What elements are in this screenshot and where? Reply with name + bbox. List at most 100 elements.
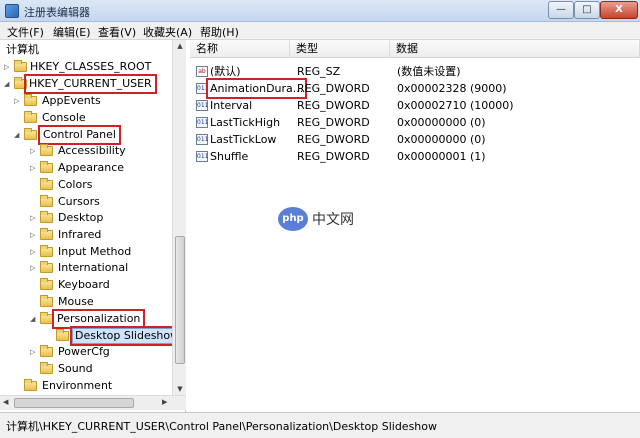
tree-item-accessibility[interactable]: ▷ Accessibility xyxy=(30,143,170,159)
minimize-button[interactable]: — xyxy=(548,1,574,19)
php-badge: php xyxy=(278,207,308,231)
column-header-type[interactable]: 类型 xyxy=(290,40,390,58)
string-value-icon: ab xyxy=(196,66,208,77)
hscroll-thumb[interactable] xyxy=(14,398,134,408)
folder-open-icon xyxy=(40,312,53,324)
menu-view[interactable]: 查看(V) xyxy=(98,24,136,40)
tree-item-desktop[interactable]: ▷ Desktop xyxy=(30,210,170,226)
expand-arrow-icon[interactable]: ▷ xyxy=(30,210,35,226)
dword-value-icon: 011 xyxy=(196,100,209,111)
folder-icon xyxy=(40,362,53,374)
tree-label: HKEY_CURRENT_USER xyxy=(24,74,157,94)
column-header-name[interactable]: 名称 xyxy=(190,40,290,58)
tree-item-hkey-current-user[interactable]: ◢ HKEY_CURRENT_USER xyxy=(4,74,164,94)
value-data: 0x00002710 (10000) xyxy=(397,99,514,112)
expand-arrow-icon[interactable]: ▷ xyxy=(30,260,35,276)
value-type: REG_DWORD xyxy=(297,82,370,95)
tree-label: Accessibility xyxy=(58,144,126,157)
tree-item-mouse[interactable]: Mouse xyxy=(30,294,170,310)
collapse-arrow-icon[interactable]: ◢ xyxy=(4,76,9,92)
tree-label: Appearance xyxy=(58,161,125,174)
tree-label: Desktop Slideshow xyxy=(69,326,185,346)
tree-label: Cursors xyxy=(58,195,100,208)
value-row[interactable]: 011 AnimationDura... REG_DWORD 0x0000232… xyxy=(190,78,640,99)
tree-label: PowerCfg xyxy=(58,345,110,358)
value-row[interactable]: 011 LastTickHigh REG_DWORD 0x00000000 (0… xyxy=(190,114,640,131)
folder-icon xyxy=(40,261,53,273)
tree-item-input-method[interactable]: ▷ Input Method xyxy=(30,244,170,260)
php-watermark-logo: php 中文网 xyxy=(278,205,366,235)
collapse-arrow-icon[interactable]: ◢ xyxy=(14,127,19,143)
tree-item-environment[interactable]: Environment xyxy=(14,378,164,394)
scroll-up-arrow-icon[interactable]: ▲ xyxy=(174,40,186,52)
expand-arrow-icon[interactable]: ▷ xyxy=(30,244,35,260)
value-type: REG_DWORD xyxy=(297,99,370,112)
menu-help[interactable]: 帮助(H) xyxy=(200,24,239,40)
tree-item-console[interactable]: Console xyxy=(14,110,164,126)
registry-tree-pane[interactable]: 计算机 ▷ HKEY_CLASSES_ROOT ◢ HKEY_CURRENT_U… xyxy=(0,40,186,412)
tree-item-appevents[interactable]: ▷ AppEvents xyxy=(14,93,164,109)
expand-arrow-icon[interactable]: ▷ xyxy=(30,344,35,360)
scroll-thumb[interactable] xyxy=(175,236,185,364)
scroll-down-arrow-icon[interactable]: ▼ xyxy=(174,383,186,395)
folder-icon xyxy=(24,111,37,123)
tree-horizontal-scrollbar[interactable]: ◀ ▶ xyxy=(0,395,186,410)
tree-item-hkey-classes-root[interactable]: ▷ HKEY_CLASSES_ROOT xyxy=(4,59,164,75)
tree-item-international[interactable]: ▷ International xyxy=(30,260,170,276)
expand-arrow-icon[interactable]: ▷ xyxy=(30,160,35,176)
tree-label: Mouse xyxy=(58,295,94,308)
expand-arrow-icon[interactable]: ▷ xyxy=(14,93,19,109)
value-row[interactable]: 011 Interval REG_DWORD 0x00002710 (10000… xyxy=(190,97,640,114)
values-pane[interactable]: 名称 类型 数据 ab (默认) REG_SZ (数值未设置) 011 Anim… xyxy=(190,40,640,412)
folder-icon xyxy=(40,211,53,223)
tree-label: Control Panel xyxy=(38,125,121,145)
tree-label: International xyxy=(58,261,129,274)
tree-item-control-panel[interactable]: ◢ Control Panel xyxy=(14,125,164,145)
folder-icon xyxy=(24,94,37,106)
column-header-data[interactable]: 数据 xyxy=(390,40,640,58)
tree-item-personalization[interactable]: ◢ Personalization xyxy=(30,309,170,329)
value-type: REG_SZ xyxy=(297,65,341,78)
tree-item-keyboard[interactable]: Keyboard xyxy=(30,277,170,293)
folder-open-icon xyxy=(56,329,69,341)
expand-arrow-icon[interactable]: ▷ xyxy=(30,227,35,243)
scroll-right-arrow-icon[interactable]: ▶ xyxy=(162,398,167,406)
maximize-button[interactable]: □ xyxy=(574,1,600,19)
tree-item-desktop-slideshow[interactable]: Desktop Slideshow xyxy=(52,326,185,346)
tree-vertical-scrollbar[interactable]: ▲ ▼ xyxy=(172,40,186,395)
folder-icon xyxy=(40,228,53,240)
folder-icon xyxy=(40,245,53,257)
tree-label: AppEvents xyxy=(42,94,101,107)
value-row[interactable]: 011 Shuffle REG_DWORD 0x00000001 (1) xyxy=(190,148,640,165)
menu-file[interactable]: 文件(F) xyxy=(7,24,44,40)
window-title: 注册表编辑器 xyxy=(24,6,90,19)
tree-item-cursors[interactable]: Cursors xyxy=(30,194,170,210)
regedit-app-icon xyxy=(5,4,19,18)
tree-label: Input Method xyxy=(58,245,132,258)
tree-item-appearance[interactable]: ▷ Appearance xyxy=(30,160,170,176)
value-row[interactable]: ab (默认) REG_SZ (数值未设置) xyxy=(190,63,640,80)
value-row[interactable]: 011 LastTickLow REG_DWORD 0x00000000 (0) xyxy=(190,131,640,148)
title-bar: 注册表编辑器 — □ X xyxy=(0,0,640,22)
tree-item-powercfg[interactable]: ▷ PowerCfg xyxy=(30,344,170,360)
collapse-arrow-icon[interactable]: ◢ xyxy=(30,311,35,327)
menu-bar: 文件(F) 编辑(E) 查看(V) 收藏夹(A) 帮助(H) xyxy=(0,22,640,40)
dword-value-icon: 011 xyxy=(196,151,209,162)
tree-item-sound[interactable]: Sound xyxy=(30,361,170,377)
value-data: (数值未设置) xyxy=(397,65,461,78)
scroll-left-arrow-icon[interactable]: ◀ xyxy=(3,398,8,406)
expand-arrow-icon[interactable]: ▷ xyxy=(30,143,35,159)
tree-label: Colors xyxy=(58,178,93,191)
tree-item-colors[interactable]: Colors xyxy=(30,177,170,193)
menu-edit[interactable]: 编辑(E) xyxy=(53,24,91,40)
value-data: 0x00000000 (0) xyxy=(397,116,486,129)
value-name: Shuffle xyxy=(210,150,249,163)
expand-arrow-icon[interactable]: ▷ xyxy=(4,59,9,75)
watermark-text: 中文网 xyxy=(312,212,354,228)
menu-favorites[interactable]: 收藏夹(A) xyxy=(143,24,192,40)
value-name: AnimationDura... xyxy=(205,78,308,99)
close-button[interactable]: X xyxy=(600,1,638,19)
value-name: LastTickLow xyxy=(210,133,277,146)
tree-item-infrared[interactable]: ▷ Infrared xyxy=(30,227,170,243)
value-data: 0x00002328 (9000) xyxy=(397,82,507,95)
